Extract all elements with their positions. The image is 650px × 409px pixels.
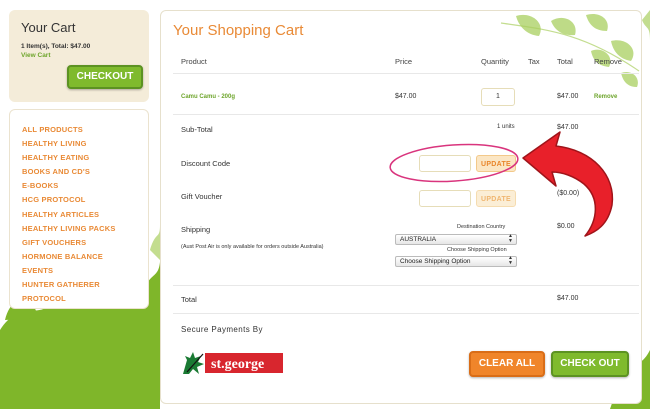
destination-country-label: Destination Country xyxy=(457,224,506,230)
divider xyxy=(173,73,639,74)
subtotal-label: Sub-Total xyxy=(181,125,213,134)
menu-item-healthy-living[interactable]: HEALTHY LIVING xyxy=(22,137,136,151)
remove-link[interactable]: Remove xyxy=(594,94,617,100)
header-price: Price xyxy=(395,57,413,66)
header-total: Total xyxy=(557,57,573,66)
shipping-option-value: Choose Shipping Option xyxy=(400,258,471,265)
menu-item-events[interactable]: EVENTS xyxy=(22,264,136,278)
cart-title: Your Cart xyxy=(21,20,76,35)
discount-update-button[interactable]: UPDATE xyxy=(476,155,516,172)
header-remove: Remove xyxy=(594,57,622,66)
country-select[interactable]: AUSTRALIA ▲ ▼ xyxy=(395,234,517,245)
header-quantity: Quantity xyxy=(481,57,509,66)
secure-payments-title: Secure Payments By xyxy=(181,325,263,334)
shipping-option-label: Choose Shipping Option xyxy=(447,247,507,253)
cart-item-count: 1 Item(s), Total: $47.00 xyxy=(21,43,91,50)
product-name-link[interactable]: Camu Camu - 200g xyxy=(181,94,235,100)
checkout-button-sidebar[interactable]: CHECKOUT xyxy=(67,65,143,89)
gift-voucher-input[interactable] xyxy=(419,190,471,207)
shipping-note: (Aust Post Air is only available for ord… xyxy=(181,244,324,250)
shipping-option-select[interactable]: Choose Shipping Option ▲ ▼ xyxy=(395,256,517,267)
menu-item-healthy-living-packs[interactable]: HEALTHY LIVING PACKS xyxy=(22,222,136,236)
clear-all-button[interactable]: CLEAR ALL xyxy=(469,351,545,377)
subtotal-units: 1 units xyxy=(497,124,515,130)
total-value: $47.00 xyxy=(557,295,579,302)
country-select-value: AUSTRALIA xyxy=(400,236,437,243)
shipping-value: $0.00 xyxy=(557,223,575,230)
subtotal-value: $47.00 xyxy=(557,124,579,131)
shipping-label: Shipping xyxy=(181,225,211,234)
menu-item-protocol[interactable]: PROTOCOL xyxy=(22,292,136,306)
menu-item-e-books[interactable]: E-BOOKS xyxy=(22,179,136,193)
menu-item-hunter-gatherer[interactable]: HUNTER GATHERER xyxy=(22,278,136,292)
shopping-cart-panel: Your Shopping Cart Product Price Quantit… xyxy=(160,10,642,404)
voucher-update-button[interactable]: UPDATE xyxy=(476,190,516,207)
view-cart-link[interactable]: View Cart xyxy=(21,52,137,59)
product-price: $47.00 xyxy=(395,93,417,100)
menu-item-all-products[interactable]: ALL PRODUCTS xyxy=(22,123,136,137)
menu-item-gift-vouchers[interactable]: GIFT VOUCHERS xyxy=(22,236,136,250)
select-arrows-icon: ▲ ▼ xyxy=(508,233,513,244)
discount-code-input[interactable] xyxy=(419,155,471,172)
check-out-button[interactable]: CHECK OUT xyxy=(551,351,629,377)
menu-item-healthy-eating[interactable]: HEALTHY EATING xyxy=(22,151,136,165)
page-title: Your Shopping Cart xyxy=(173,22,304,39)
gift-voucher-label: Gift Voucher xyxy=(181,192,223,201)
menu-item-healthy-articles[interactable]: HEALTHY ARTICLES xyxy=(22,208,136,222)
divider xyxy=(173,114,639,115)
menu-item-hormone-balance[interactable]: HORMONE BALANCE xyxy=(22,250,136,264)
category-menu: ALL PRODUCTS HEALTHY LIVING HEALTHY EATI… xyxy=(9,109,149,309)
divider xyxy=(173,285,639,286)
quantity-input[interactable]: 1 xyxy=(481,88,515,106)
st-george-logo: st.george xyxy=(183,352,283,374)
voucher-value: ($0.00) xyxy=(557,190,580,197)
total-label: Total xyxy=(181,295,197,304)
menu-item-books-and-cds[interactable]: BOOKS AND CD'S xyxy=(22,165,136,179)
cart-summary-box: Your Cart 1 Item(s), Total: $47.00 View … xyxy=(9,10,149,102)
select-arrows-icon: ▲ ▼ xyxy=(508,255,513,266)
discount-code-label: Discount Code xyxy=(181,159,231,168)
header-product: Product xyxy=(181,57,207,66)
menu-item-hcg-protocol[interactable]: HCG PROTOCOL xyxy=(22,193,136,207)
header-tax: Tax xyxy=(528,57,540,66)
st-george-logo-text: st.george xyxy=(211,357,264,372)
divider xyxy=(173,313,639,314)
product-total: $47.00 xyxy=(557,93,579,100)
